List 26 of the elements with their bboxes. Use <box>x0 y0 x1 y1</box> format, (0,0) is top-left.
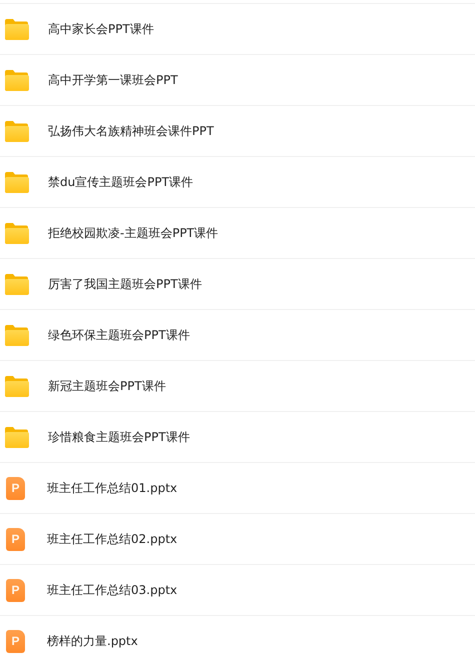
file-name: 高中开学第一课班会PPT <box>48 72 178 88</box>
folder-icon <box>4 18 29 40</box>
file-name: 高中家长会PPT课件 <box>48 20 154 38</box>
folder-icon <box>4 426 29 448</box>
file-name: 班主任工作总结02.pptx <box>47 530 178 548</box>
file-name: 班主任工作总结03.pptx <box>47 582 178 598</box>
file-name: 厉害了我国主题班会PPT课件 <box>48 276 202 292</box>
presentation-file-icon: P <box>6 578 25 602</box>
folder-icon <box>4 274 29 294</box>
folder-icon <box>4 376 29 396</box>
presentation-file-icon: P <box>6 630 25 652</box>
folder-icon <box>4 172 29 192</box>
file-name: 班主任工作总结01.pptx <box>47 480 178 496</box>
file-name: 弘扬伟大名族精神班会课件PPT <box>48 122 214 140</box>
presentation-file-icon: P <box>6 528 25 550</box>
folder-icon <box>4 222 29 244</box>
file-name: 新冠主题班会PPT课件 <box>48 378 166 394</box>
file-name: 榜样的力量.pptx <box>47 632 138 650</box>
folder-icon <box>4 120 29 142</box>
file-name: 拒绝校园欺凌-主题班会PPT课件 <box>48 224 218 242</box>
file-name: 禁du宣传主题班会PPT课件 <box>48 174 194 190</box>
file-name: 珍惜粮食主题班会PPT课件 <box>48 428 190 446</box>
file-name: 绿色环保主题班会PPT课件 <box>48 326 190 344</box>
folder-icon <box>4 70 29 90</box>
folder-icon <box>4 324 29 346</box>
presentation-file-icon: P <box>6 476 25 500</box>
